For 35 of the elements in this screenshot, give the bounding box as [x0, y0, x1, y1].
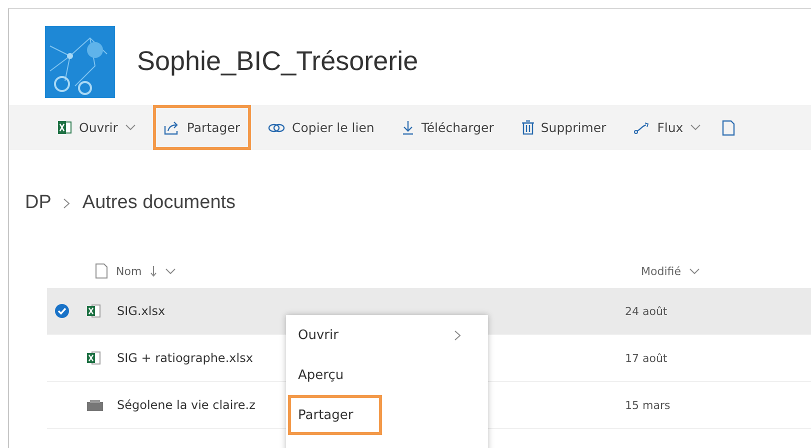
column-header[interactable]: Modifié — [641, 264, 681, 278]
flow-icon — [634, 122, 650, 134]
column-header[interactable]: Nom — [116, 264, 142, 278]
menu-item[interactable]: Partager — [288, 395, 382, 435]
chevron-down-icon — [164, 268, 176, 274]
file-name[interactable]: SIG + ratiographe.xlsx — [117, 351, 253, 365]
toolbar-button[interactable]: Flux — [623, 105, 712, 150]
share-icon — [164, 120, 180, 134]
checkmark-icon[interactable] — [55, 304, 69, 318]
toolbar-button[interactable]: Partager — [152, 105, 252, 150]
toolbar-button[interactable]: Télécharger — [391, 105, 505, 150]
document-icon[interactable] — [722, 120, 736, 136]
excel-file-icon — [87, 304, 101, 318]
modified-date: 24 août — [625, 304, 668, 318]
excel-icon — [58, 121, 72, 134]
breadcrumb-item[interactable]: DP — [25, 192, 52, 214]
toolbar-button[interactable]: Ouvrir — [47, 105, 147, 150]
excel-file-icon — [87, 351, 101, 365]
link-icon — [268, 122, 286, 134]
modified-date: 15 mars — [625, 398, 670, 412]
sort-down-icon — [150, 266, 157, 276]
chevron-right-icon — [63, 198, 70, 208]
toolbar-button[interactable]: Supprimer — [510, 105, 618, 150]
file-name[interactable]: Ségolene la vie claire.z — [117, 398, 256, 412]
toolbar-button[interactable]: Copier le lien — [257, 105, 386, 150]
document-icon — [95, 263, 108, 279]
download-icon — [402, 120, 414, 135]
file-name[interactable]: SIG.xlsx — [117, 304, 166, 318]
site-title: Sophie_BIC_Trésorerie — [137, 46, 418, 77]
modified-date: 17 août — [625, 352, 668, 364]
chevron-down-icon — [688, 268, 700, 274]
breadcrumb-item[interactable]: Autres documents — [82, 192, 236, 214]
archive-file-icon — [87, 400, 103, 410]
trash-icon — [522, 120, 534, 135]
site-logo — [45, 26, 115, 98]
